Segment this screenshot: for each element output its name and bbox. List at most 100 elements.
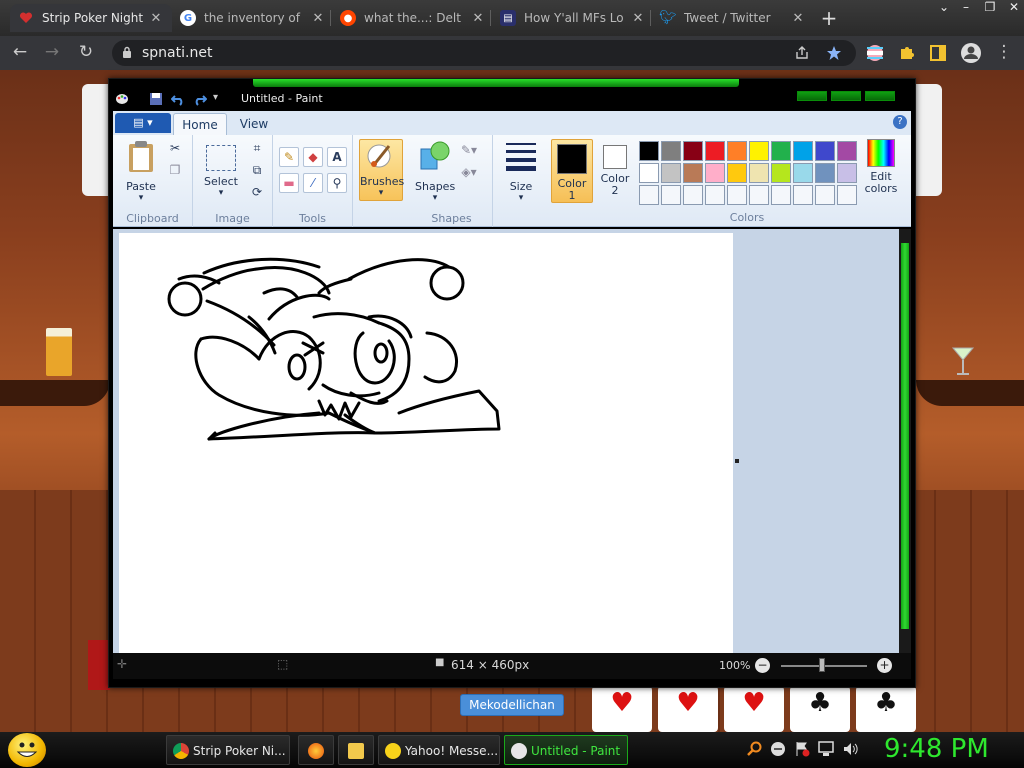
taskbar-item-explorer[interactable] [338,735,374,765]
close-icon[interactable]: ✕ [790,11,806,26]
reload-icon[interactable]: ↻ [74,42,98,64]
custom-color-slot[interactable] [837,185,857,205]
palette-swatch[interactable] [749,163,769,183]
taskbar-item-yahoo-messenger[interactable]: Yahoo! Messe... [378,735,500,765]
start-button[interactable] [8,733,46,767]
playing-card[interactable]: ♣ [856,686,916,732]
palette-swatch[interactable] [639,163,659,183]
tab-home[interactable]: Home [173,113,227,135]
palette-swatch[interactable] [771,141,791,161]
tray-status-icon[interactable] [770,741,786,757]
palette-swatch[interactable] [683,163,703,183]
new-tab-button[interactable]: + [817,6,841,30]
playing-card[interactable]: ♣ [790,686,850,732]
forward-icon[interactable]: → [40,42,64,64]
rotate-icon[interactable]: ⟳ [247,183,267,203]
volume-icon[interactable] [842,741,858,757]
custom-color-slot[interactable] [771,185,791,205]
palette-swatch[interactable] [815,163,835,183]
text-tool-icon[interactable]: A [327,147,347,167]
magnifier-icon[interactable]: ⚲ [327,173,347,193]
zoom-slider-thumb[interactable] [819,658,825,672]
palette-swatch[interactable] [771,163,791,183]
redo-icon[interactable] [193,92,207,106]
resize-icon[interactable]: ⧉ [247,161,267,181]
close-icon[interactable]: ✕ [470,11,486,26]
palette-swatch[interactable] [661,141,681,161]
flag-alert-icon[interactable] [794,741,810,757]
taskbar-clock[interactable]: 9:48 PM [884,732,989,766]
custom-color-slot[interactable] [705,185,725,205]
taskbar-item-firefox[interactable] [298,735,334,765]
close-window-icon[interactable]: ✕ [1000,0,1024,20]
copy-icon[interactable]: ❐ [165,161,185,181]
close-icon[interactable]: ✕ [148,11,164,26]
palette-swatch[interactable] [815,141,835,161]
brushes-button[interactable]: Brushes ▾ [359,139,404,201]
palette-swatch[interactable] [639,141,659,161]
playing-card[interactable]: ♥ [592,686,652,732]
custom-color-slot[interactable] [793,185,813,205]
palette-swatch[interactable] [837,141,857,161]
share-icon[interactable] [794,45,810,61]
shapes-button[interactable]: Shapes ▾ [415,139,455,203]
scrollbar-thumb[interactable] [901,243,909,629]
menu-kebab-icon[interactable]: ⋮ [992,42,1016,64]
player-name-badge[interactable]: Mekodellichan [460,694,564,716]
undo-icon[interactable] [171,92,185,106]
vertical-scrollbar[interactable] [899,229,911,653]
palette-swatch[interactable] [793,163,813,183]
minimize-button[interactable] [797,91,827,101]
playing-card[interactable]: ♥ [724,686,784,732]
pencil-icon[interactable]: ✎ [279,147,299,167]
pride-extension-icon[interactable] [866,44,884,62]
palette-swatch[interactable] [705,163,725,183]
drawing-canvas[interactable] [119,233,733,653]
zoom-out-button[interactable]: − [755,658,770,673]
address-bar[interactable]: spnati.net [112,40,856,66]
help-icon[interactable]: ? [893,115,907,129]
close-icon[interactable]: ✕ [310,11,326,26]
taskbar-item-chrome[interactable]: Strip Poker Ni... [166,735,290,765]
custom-color-slot[interactable] [683,185,703,205]
size-button[interactable]: Size ▾ [501,139,541,203]
save-icon[interactable] [149,92,163,106]
fill-bucket-icon[interactable]: ◆ [303,147,323,167]
playing-card[interactable]: ♥ [658,686,718,732]
palette-swatch[interactable] [837,163,857,183]
file-menu-button[interactable]: ▤ ▾ [115,113,171,133]
palette-swatch[interactable] [793,141,813,161]
tab-twitter[interactable]: 🐦︎ Tweet / Twitter ✕ [652,4,814,32]
search-icon[interactable] [746,741,762,757]
custom-color-slot[interactable] [749,185,769,205]
back-icon[interactable]: ← [8,42,32,64]
close-button[interactable] [865,91,895,101]
select-button[interactable]: Select ▾ [199,139,243,198]
tab-google-search[interactable]: G the inventory of ✕ [172,4,334,32]
palette-swatch[interactable] [749,141,769,161]
palette-swatch[interactable] [661,163,681,183]
color2-button[interactable]: Color 2 [595,139,635,197]
customize-quick-access-icon[interactable]: ▾ [213,92,227,106]
network-icon[interactable] [818,741,834,757]
bookmark-star-icon[interactable] [826,45,842,61]
paint-app-icon[interactable] [115,92,129,106]
cut-icon[interactable]: ✂ [165,139,185,159]
custom-color-slot[interactable] [727,185,747,205]
custom-color-slot[interactable] [815,185,835,205]
fill-icon[interactable]: ◈▾ [459,163,479,183]
profile-avatar-icon[interactable] [960,42,982,64]
paste-button[interactable]: Paste ▾ [121,139,161,203]
close-icon[interactable]: ✕ [630,11,646,26]
taskbar-item-paint[interactable]: Untitled - Paint [504,735,628,765]
custom-color-slot[interactable] [639,185,659,205]
outline-icon[interactable]: ✎▾ [459,141,479,161]
tab-view[interactable]: View [227,113,281,135]
maximize-button[interactable] [831,91,861,101]
palette-swatch[interactable] [727,141,747,161]
palette-swatch[interactable] [705,141,725,161]
palette-swatch[interactable] [727,163,747,183]
puzzle-extension-icon[interactable] [898,44,916,62]
crop-icon[interactable]: ⌗ [247,139,267,159]
zoom-in-button[interactable]: + [877,658,892,673]
